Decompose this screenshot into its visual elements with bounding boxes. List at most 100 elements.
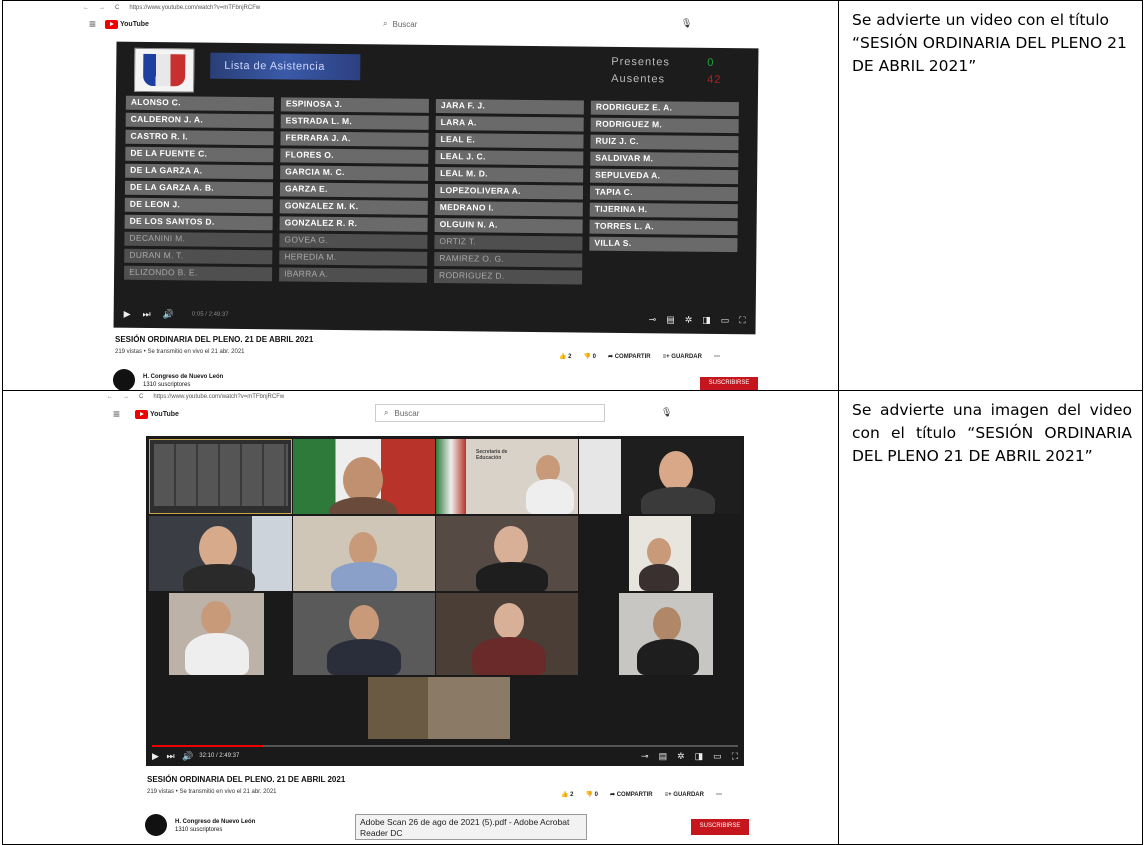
settings-icon[interactable]: ✲ xyxy=(677,751,685,762)
attendance-name: OLGUIN N. A. xyxy=(434,217,583,234)
mic-icon[interactable]: 🎙 xyxy=(681,18,692,29)
play-icon[interactable]: ▶ xyxy=(124,308,131,319)
share-button[interactable]: ➦ COMPARTIR xyxy=(608,353,651,360)
video-tile xyxy=(436,593,578,675)
forward-icon[interactable]: → xyxy=(99,5,105,11)
miniplayer-icon[interactable]: ◨ xyxy=(702,314,711,325)
video-tile xyxy=(149,439,292,514)
video-player[interactable]: Lista de Asistencia Presentes Ausentes 0… xyxy=(113,41,759,335)
attendance-name: DECANINI M. xyxy=(124,231,273,247)
video-player[interactable]: Secretaría de Educación ▶ ⏭ 🔊 32:10 / 2:… xyxy=(146,436,744,766)
fullscreen-icon[interactable]: ⛶ xyxy=(732,751,738,762)
attendance-name: SEPULVEDA A. xyxy=(590,168,739,184)
attendance-name: SALDIVAR M. xyxy=(590,151,739,167)
attendance-name: RODRIGUEZ D. xyxy=(434,268,583,285)
autoplay-icon[interactable]: ⊸ xyxy=(649,314,657,325)
attendance-name: FERRARA J. A. xyxy=(280,131,429,147)
subtitles-icon[interactable]: ▤ xyxy=(659,751,668,762)
attendance-name: RODRIGUEZ E. A. xyxy=(590,100,739,116)
attendance-name: GONZALEZ R. R. xyxy=(279,216,428,232)
subtitles-icon[interactable]: ▤ xyxy=(666,314,675,325)
share-button[interactable]: ➦ COMPARTIR xyxy=(610,791,653,798)
video-tile xyxy=(149,593,292,675)
attendance-name: TIJERINA H. xyxy=(589,202,738,218)
attendance-name: JARA F. J. xyxy=(435,98,584,115)
progress-bar[interactable] xyxy=(152,745,738,747)
back-icon[interactable]: ← xyxy=(107,394,113,400)
url-text[interactable]: https://www.youtube.com/watch?v=mTFbnjRC… xyxy=(129,5,260,11)
subscribe-button[interactable]: SUSCRIBIRSE xyxy=(691,819,749,835)
time-readout: 0:05 / 2:49:37 xyxy=(191,311,229,318)
search-bar[interactable]: ⌕ Buscar xyxy=(383,19,417,29)
mic-icon[interactable]: 🎙 xyxy=(661,407,672,418)
more-icon[interactable]: ⋯ xyxy=(716,791,722,798)
play-icon[interactable]: ▶ xyxy=(152,751,159,762)
table-row: ← → C https://www.youtube.com/watch?v=mT… xyxy=(3,391,1142,844)
channel-avatar[interactable] xyxy=(113,369,135,390)
save-button[interactable]: ≡+ GUARDAR xyxy=(665,792,704,798)
menu-icon[interactable]: ≡ xyxy=(113,407,129,421)
attendance-list-title: Lista de Asistencia xyxy=(210,52,361,81)
video-meta: 219 vistas • Se transmitió en vivo el 21… xyxy=(147,789,277,795)
attendance-name: DE LA GARZA A. B. xyxy=(124,180,274,196)
video-meta: 219 vistas • Se transmitió en vivo el 21… xyxy=(115,349,245,355)
search-bar[interactable]: ⌕ Buscar xyxy=(375,404,605,422)
save-button[interactable]: ≡+ GUARDAR xyxy=(663,354,702,360)
subscribe-button[interactable]: SUSCRIBIRSE xyxy=(700,377,758,390)
video-title: SESIÓN ORDINARIA DEL PLENO. 21 DE ABRIL … xyxy=(147,775,346,784)
dislike-button[interactable]: 👎 0 xyxy=(584,353,597,360)
url-text[interactable]: https://www.youtube.com/watch?v=mTFbnjRC… xyxy=(153,394,284,400)
channel-info[interactable]: H. Congreso de Nuevo León 1310 suscripto… xyxy=(175,818,255,834)
description-cell: Se advierte una imagen del video con el … xyxy=(852,401,1132,465)
search-input[interactable]: Buscar xyxy=(392,20,417,29)
playlist-add-icon: ≡+ xyxy=(664,791,672,798)
attendance-name: LARA A. xyxy=(435,115,584,132)
play-logo-icon xyxy=(135,409,148,419)
theater-icon[interactable]: ▭ xyxy=(721,314,730,325)
forward-icon[interactable]: → xyxy=(123,394,129,400)
attendance-name: LEAL E. xyxy=(435,132,584,149)
search-input[interactable]: Buscar xyxy=(394,409,419,418)
table-row: ← → C https://www.youtube.com/watch?v=mT… xyxy=(3,1,1142,391)
like-button[interactable]: 👍 2 xyxy=(561,791,574,798)
congress-crest-logo xyxy=(133,47,195,93)
attendance-name: ESPINOSA J. xyxy=(280,97,429,113)
next-icon[interactable]: ⏭ xyxy=(143,308,151,319)
like-button[interactable]: 👍 2 xyxy=(559,353,572,360)
video-tile xyxy=(149,516,292,591)
next-icon[interactable]: ⏭ xyxy=(166,751,174,762)
settings-icon[interactable]: ✲ xyxy=(685,314,693,325)
attendance-name: GONZALEZ M. K. xyxy=(279,199,428,215)
attendance-name: LOPEZOLIVERA A. xyxy=(434,183,584,200)
back-icon[interactable]: ← xyxy=(83,5,89,11)
thumbs-down-icon: 👎 xyxy=(585,792,593,798)
more-icon[interactable]: ⋯ xyxy=(714,353,720,360)
reload-icon[interactable]: C xyxy=(139,394,143,400)
channel-avatar[interactable] xyxy=(145,814,167,836)
fullscreen-icon[interactable]: ⛶ xyxy=(739,315,745,326)
menu-icon[interactable]: ≡ xyxy=(89,17,105,31)
video-tile xyxy=(579,593,741,675)
volume-icon[interactable]: 🔊 xyxy=(182,751,193,762)
video-actions: 👍 2 👎 0 ➦ COMPARTIR ≡+ GUARDAR ⋯ xyxy=(559,353,720,361)
thumbs-up-icon: 👍 xyxy=(561,792,569,798)
presentes-count: 0 xyxy=(707,56,715,69)
attendance-name: TORRES L. A. xyxy=(589,219,738,235)
volume-icon[interactable]: 🔊 xyxy=(163,309,174,320)
screenshot-cell: ← → C https://www.youtube.com/watch?v=mT… xyxy=(3,1,839,390)
attendance-name: IBARRA A. xyxy=(279,267,428,283)
channel-info[interactable]: H. Congreso de Nuevo León 1310 suscripto… xyxy=(143,373,223,389)
share-icon: ➦ xyxy=(610,792,616,798)
miniplayer-icon[interactable]: ◨ xyxy=(695,751,704,762)
channel-subscribers: 1310 suscriptores xyxy=(143,382,191,388)
autoplay-icon[interactable]: ⊸ xyxy=(641,751,649,762)
dislike-button[interactable]: 👎 0 xyxy=(586,791,599,798)
theater-icon[interactable]: ▭ xyxy=(713,751,722,762)
attendance-name: HEREDIA M. xyxy=(279,250,428,266)
youtube-logo[interactable]: YouTube xyxy=(105,19,149,29)
attendance-summary: Presentes Ausentes 0 42 xyxy=(611,54,721,89)
search-icon: ⌕ xyxy=(384,408,389,417)
youtube-logo[interactable]: YouTube xyxy=(135,409,179,419)
reload-icon[interactable]: C xyxy=(115,5,119,11)
ausentes-count: 42 xyxy=(707,73,722,86)
